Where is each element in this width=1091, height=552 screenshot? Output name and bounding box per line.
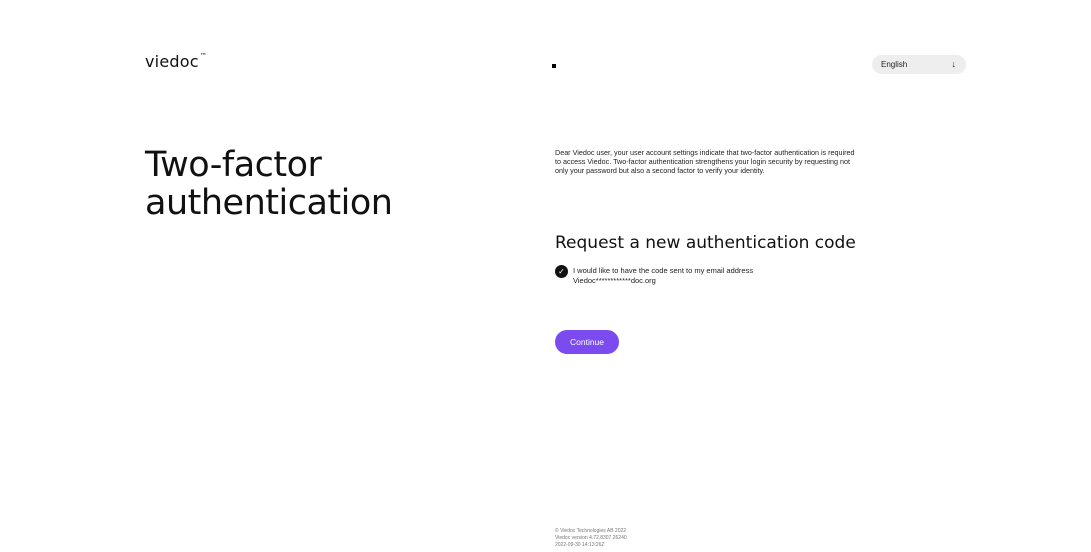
- masked-email: Viedoc************doc.org: [573, 276, 656, 285]
- timestamp-text: 2022-09-30 14:13:26Z: [555, 542, 605, 548]
- loading-dot: [552, 64, 556, 68]
- copyright-text: © Viedoc Technologies AB 2022: [555, 528, 627, 534]
- footer: © Viedoc Technologies AB 2022 Viedoc ver…: [555, 528, 627, 549]
- section-title: Request a new authentication code: [555, 233, 856, 253]
- email-option-line-1: I would like to have the code sent to my…: [573, 266, 754, 275]
- title-line-2: authentication: [145, 183, 393, 223]
- viedoc-logo: viedoc™: [145, 52, 207, 71]
- title-line-1: Two-factor: [145, 145, 322, 185]
- logo-text: viedoc: [145, 52, 199, 71]
- checkmark-icon[interactable]: ✓: [555, 265, 568, 278]
- continue-button[interactable]: Continue: [555, 330, 619, 354]
- language-selector[interactable]: English ↓: [872, 55, 966, 74]
- page-title: Two-factor authentication: [145, 145, 393, 223]
- intro-text: Dear Viedoc user, your user account sett…: [555, 148, 855, 175]
- arrow-down-icon: ↓: [951, 59, 957, 69]
- email-option[interactable]: ✓ I would like to have the code sent to …: [555, 265, 753, 286]
- version-text: Viedoc version 4.72.8307.26240: [555, 535, 627, 541]
- language-selected: English: [881, 60, 908, 69]
- email-option-label: I would like to have the code sent to my…: [573, 265, 753, 286]
- page: viedoc™ English ↓ Two-factor authenticat…: [0, 0, 1091, 552]
- logo-mark: ™: [199, 52, 207, 60]
